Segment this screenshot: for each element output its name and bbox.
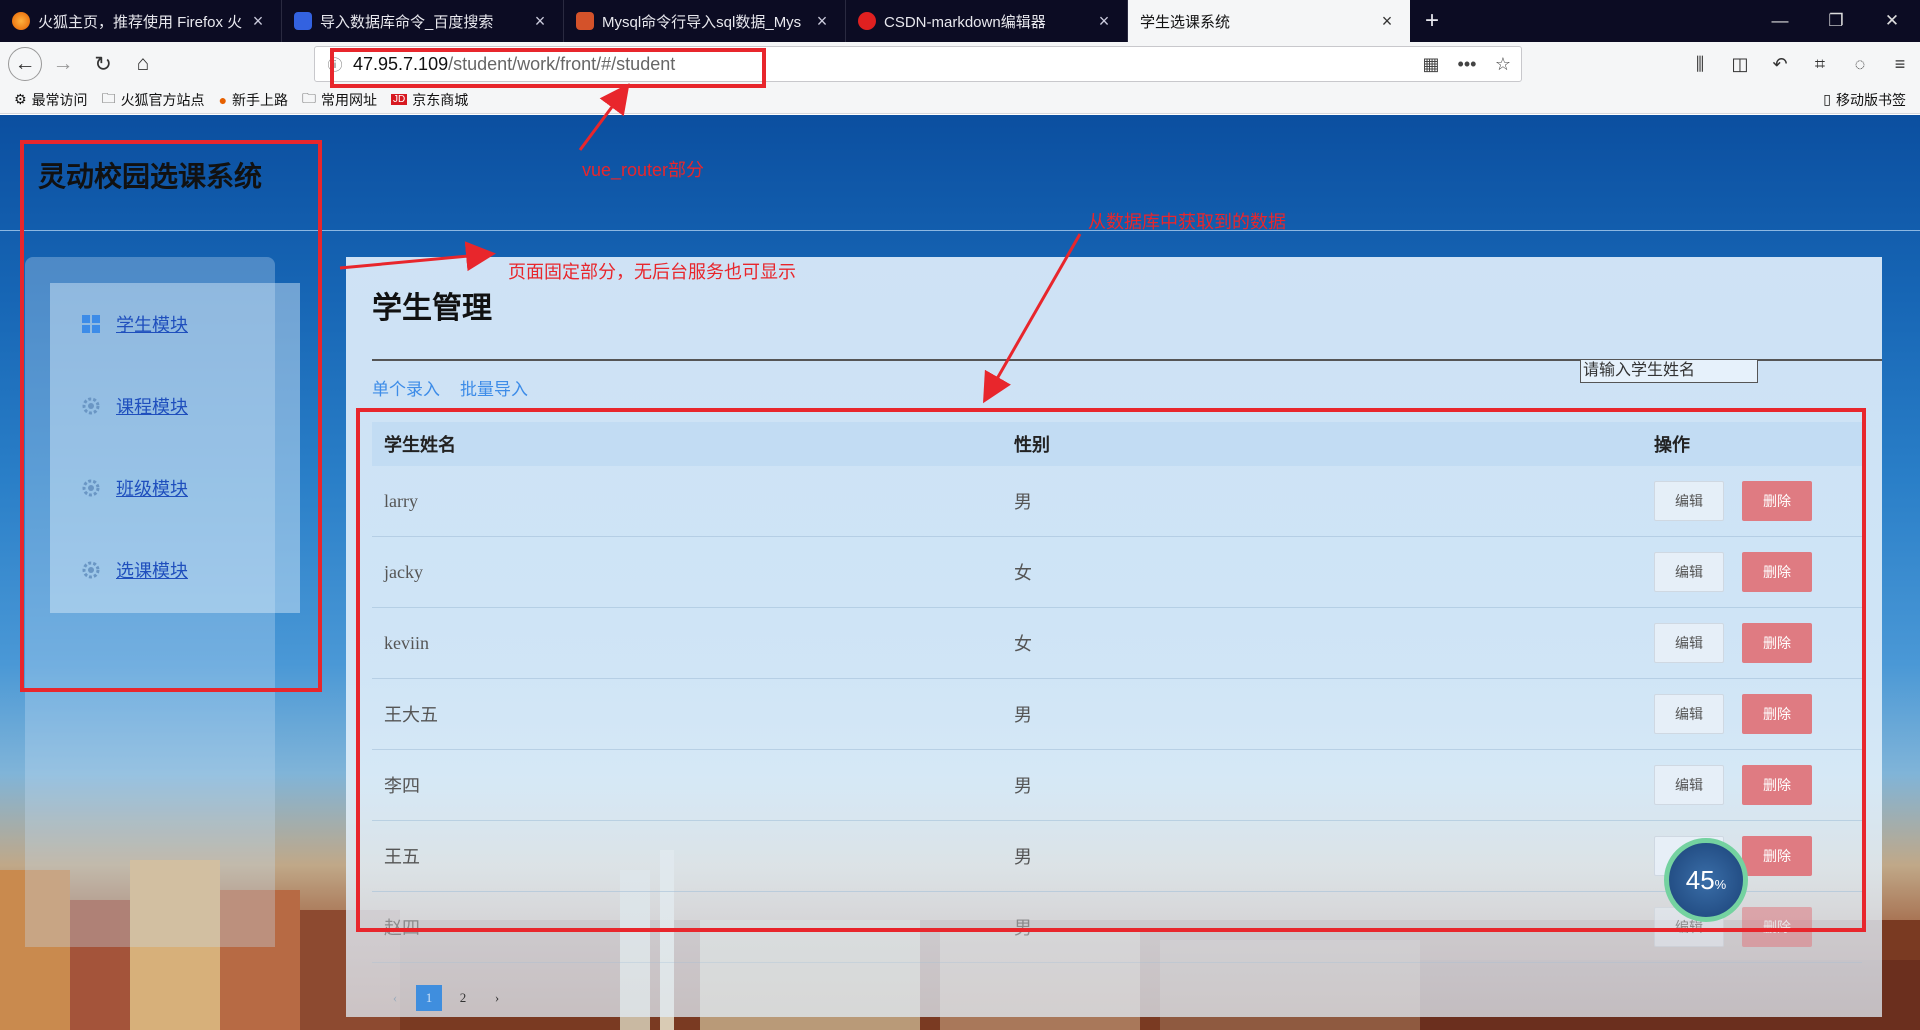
new-tab-button[interactable]: + <box>1410 0 1454 42</box>
student-search-input[interactable] <box>1580 359 1758 383</box>
close-icon[interactable]: × <box>811 11 833 32</box>
back-icon[interactable]: ← <box>8 47 42 81</box>
menu-icon[interactable]: ≡ <box>1880 46 1920 82</box>
page-title: 学生管理 <box>372 292 492 325</box>
window-close-icon[interactable]: ✕ <box>1864 0 1920 42</box>
tab-label: 学生选课系统 <box>1140 13 1231 31</box>
bookmark-item[interactable]: JD 京东商城 <box>391 90 468 110</box>
tab-label: CSDN-markdown编辑器 <box>884 13 1046 31</box>
page-2[interactable]: 2 <box>450 985 476 1011</box>
prev-page-button[interactable]: ‹ <box>382 985 408 1011</box>
bookmark-item[interactable]: ⚙ 最常访问 <box>14 90 88 110</box>
browser-tab-active[interactable]: 学生选课系统 × <box>1128 0 1410 42</box>
restore-icon[interactable]: ❐ <box>1808 0 1864 42</box>
annotation-box-table <box>356 408 1866 932</box>
mobile-bookmarks[interactable]: ▯ 移动版书签 <box>1823 90 1906 110</box>
single-entry-link[interactable]: 单个录入 <box>372 375 440 400</box>
close-icon[interactable]: × <box>1093 11 1115 32</box>
annotation-router: vue_router部分 <box>582 160 705 180</box>
undo-icon[interactable]: ↶ <box>1760 46 1800 82</box>
home-icon[interactable]: ⌂ <box>124 46 162 82</box>
page-current[interactable]: 1 <box>416 985 442 1011</box>
sidebar-toggle-icon[interactable]: ◫ <box>1720 46 1760 82</box>
annotation-db: 从数据库中获取到的数据 <box>1088 212 1286 232</box>
forward-icon[interactable]: → <box>44 46 82 82</box>
close-icon[interactable]: × <box>1376 11 1398 32</box>
tab-label: 火狐主页，推荐使用 Firefox 火 <box>38 13 243 31</box>
firefox-icon <box>12 12 30 30</box>
bookmark-item[interactable]: ● 新手上路 <box>219 90 288 110</box>
reload-icon[interactable]: ↻ <box>84 46 122 82</box>
annotation-box-sidebar <box>20 140 322 692</box>
bookmark-item[interactable]: 🗀 火狐官方站点 <box>102 88 205 112</box>
pagination: ‹ 1 2 › <box>382 985 518 1011</box>
csdn-icon <box>858 12 876 30</box>
bookmark-item[interactable]: 🗀 常用网址 <box>302 88 377 112</box>
browser-tab[interactable]: 导入数据库命令_百度搜索 × <box>282 0 564 42</box>
annotation-box-url <box>330 48 766 88</box>
phone-icon: ▯ <box>1823 91 1831 107</box>
folder-icon: 🗀 <box>302 89 317 106</box>
chat-icon[interactable]: ◌ <box>1840 46 1880 82</box>
bookmark-star-icon[interactable]: ☆ <box>1485 54 1521 75</box>
browser-nav-bar: ← → ↻ ⌂ ⓘ 47.95.7.109/student/work/front… <box>0 42 1920 86</box>
gear-icon: ⚙ <box>14 91 27 107</box>
annotation-fixed: 页面固定部分，无后台服务也可显示 <box>508 262 796 282</box>
jd-icon: JD <box>391 94 408 105</box>
site-icon <box>576 12 594 30</box>
close-icon[interactable]: × <box>529 11 551 32</box>
folder-icon: 🗀 <box>101 89 116 106</box>
bookmarks-bar: ⚙ 最常访问 🗀 火狐官方站点 ● 新手上路 🗀 常用网址 JD 京东商城 ▯ 移动版书签 <box>0 86 1920 114</box>
browser-tab[interactable]: CSDN-markdown编辑器 × <box>846 0 1128 42</box>
firefox-icon: ● <box>218 91 228 108</box>
tab-label: 导入数据库命令_百度搜索 <box>320 13 494 31</box>
browser-tab[interactable]: 火狐主页，推荐使用 Firefox 火 × <box>0 0 282 42</box>
more-icon[interactable]: ••• <box>1449 54 1485 75</box>
browser-tab-bar: 火狐主页，推荐使用 Firefox 火 × 导入数据库命令_百度搜索 × Mys… <box>0 0 1920 42</box>
action-links: 单个录入 批量导入 <box>372 375 548 400</box>
batch-import-link[interactable]: 批量导入 <box>460 375 528 400</box>
baidu-icon <box>294 12 312 30</box>
library-icon[interactable]: ⫼ <box>1680 46 1720 82</box>
tab-label: Mysql命令行导入sql数据_Mys <box>602 13 802 31</box>
screenshot-icon[interactable]: ⌗ <box>1800 46 1840 82</box>
next-page-button[interactable]: › <box>484 985 510 1011</box>
browser-tab[interactable]: Mysql命令行导入sql数据_Mys × <box>564 0 846 42</box>
close-icon[interactable]: × <box>247 11 269 32</box>
qr-code-icon[interactable]: ▦ <box>1413 54 1449 75</box>
minimize-icon[interactable]: — <box>1752 0 1808 42</box>
